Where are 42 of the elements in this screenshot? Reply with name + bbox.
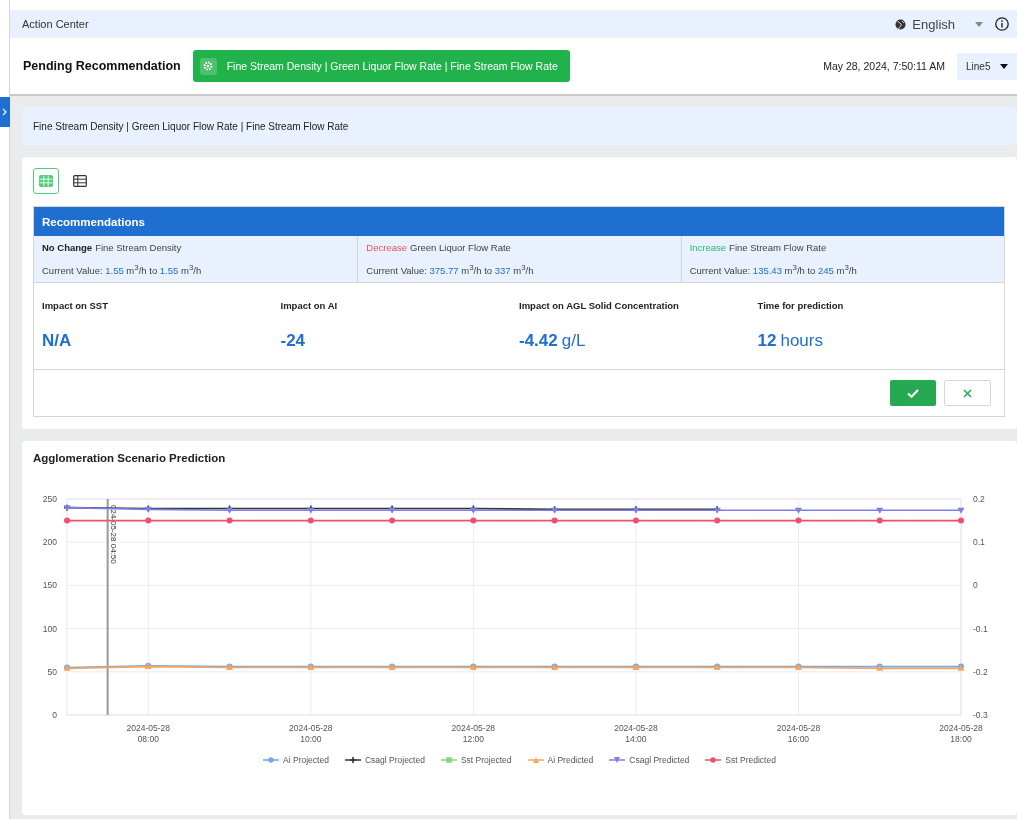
parameter-name: Green Liquor Flow Rate xyxy=(410,242,511,253)
marker-label: 024-05-28 04:50 xyxy=(108,505,118,564)
x-axis-label: 2024-05-28 18:00 xyxy=(939,723,983,745)
page-title: Pending Recommendation xyxy=(23,59,181,73)
y-axis-label: 0.1 xyxy=(973,537,985,548)
current-value-text: Current Value: 1.55 m$^{3}$/h to 1.55 m$^{3}$/h xyxy=(42,263,203,277)
y-axis-label: 250 xyxy=(42,494,57,505)
section-title: Recommendations xyxy=(42,215,145,228)
impact-label: Impact on SST xyxy=(42,300,108,312)
current-value-text: Current Value: 375.77 m$^{3}$/h to 337 m$^{3}$/h xyxy=(366,263,535,277)
impact-label: Impact on AGL Solid Concentration xyxy=(519,300,679,312)
x-axis-label: 2024-05-28 16:00 xyxy=(776,723,821,745)
y-axis-label: 150 xyxy=(42,580,57,591)
x-axis-label: 2024-05-28 14:00 xyxy=(614,723,658,745)
impact-value: -24 xyxy=(280,331,306,352)
action-label: No Change xyxy=(42,242,93,253)
y-axis-label: -0.1 xyxy=(973,623,988,634)
x-axis-label: 2024-05-28 10:00 xyxy=(289,723,333,745)
impact-value: 12 hours xyxy=(757,331,823,352)
impact-label: Time for prediction xyxy=(757,300,844,312)
app-title: Action Center xyxy=(22,18,89,30)
current-value-text: Current Value: 135.43 m$^{3}$/h to 245 m$^{3}$/h xyxy=(689,263,858,277)
parameter-name: Fine Stream Flow Rate xyxy=(729,242,827,253)
y-axis-label: 0 xyxy=(52,710,57,721)
impact-label: Impact on AI xyxy=(280,300,338,312)
x-axis-label: 2024-05-28 12:00 xyxy=(451,723,496,745)
x-axis-label: 2024-05-28 08:00 xyxy=(126,723,170,745)
y-axis-label: 100 xyxy=(42,623,57,634)
y-axis-label: -0.3 xyxy=(973,710,988,721)
action-label: Decrease xyxy=(366,242,407,253)
timestamp: May 28, 2024, 7:50:11 AM xyxy=(823,60,945,72)
y-axis-label: 50 xyxy=(47,666,57,677)
parameter-name: Fine Stream Density xyxy=(95,242,182,253)
y-axis-label: 200 xyxy=(42,537,57,548)
y-axis-label: 0 xyxy=(973,580,978,591)
y-axis-label: -0.2 xyxy=(973,666,988,677)
impact-value: N/A xyxy=(42,331,72,352)
y-axis-label: 0.2 xyxy=(973,494,985,505)
banner-text: Fine Stream Density | Green Liquor Flow Rate | Fine Stream Flow Rate xyxy=(33,120,349,132)
action-label: Increase xyxy=(689,242,727,253)
impact-value: -4.42 g/L xyxy=(519,331,586,352)
chart-title: Agglomeration Scenario Prediction xyxy=(33,452,226,465)
